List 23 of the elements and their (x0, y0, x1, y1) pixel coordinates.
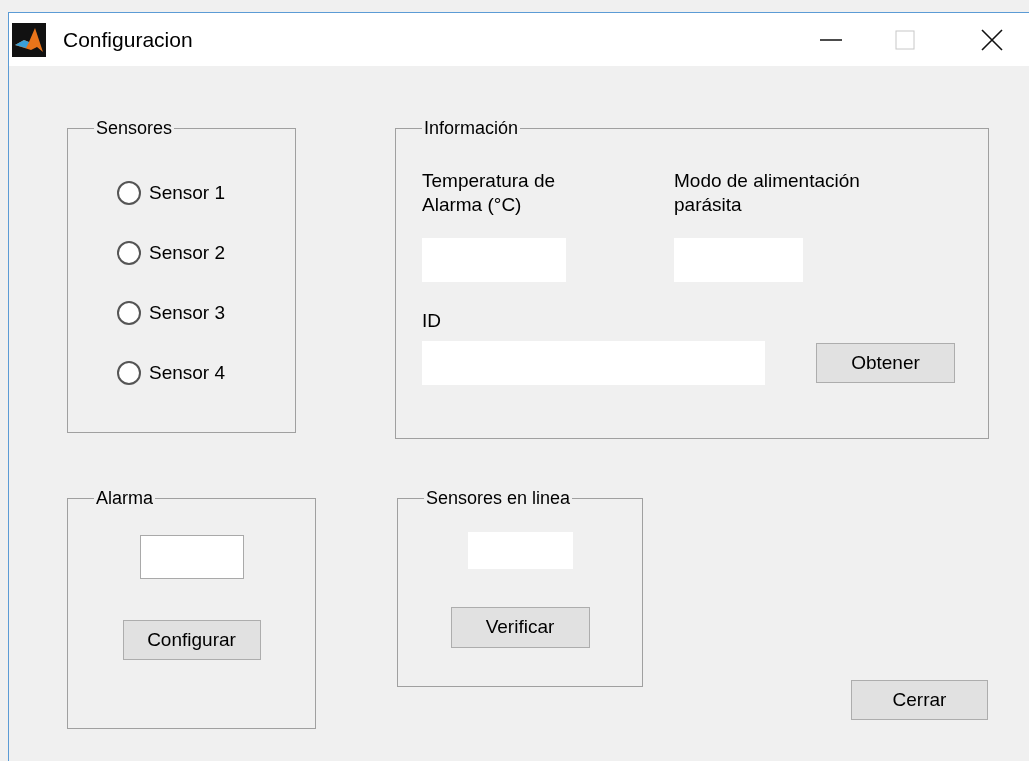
push-button[interactable]: Verificar (450, 607, 590, 648)
push-button[interactable]: Obtener (816, 343, 955, 383)
push-button[interactable]: Cerrar (851, 680, 988, 720)
panel-title: Información (423, 119, 520, 137)
field-label: ID (422, 309, 442, 333)
radio-option[interactable]: Sensor 4 (117, 358, 295, 388)
radio-option[interactable]: Sensor 2 (117, 238, 295, 268)
panel-title: Alarma (95, 489, 154, 507)
app-logo-icon (12, 22, 46, 57)
window-title: Configuracion (63, 26, 193, 53)
radio-button[interactable] (117, 361, 141, 385)
radio-option[interactable]: Sensor 3 (117, 298, 295, 328)
panel-title: Sensores (95, 119, 174, 137)
input-field[interactable] (139, 535, 244, 579)
field-label: Modo de alimentación parásita (674, 169, 861, 217)
radio-option[interactable]: Sensor 1 (117, 178, 295, 208)
push-button[interactable]: Configurar (122, 620, 261, 660)
radio-button[interactable] (117, 181, 141, 205)
panel-title: Sensores en linea (425, 489, 572, 507)
radio-button[interactable] (117, 301, 141, 325)
close-icon[interactable] (981, 28, 1003, 51)
radio-button[interactable] (117, 241, 141, 265)
field-label: Temperatura de Alarma (°C) (422, 169, 557, 217)
